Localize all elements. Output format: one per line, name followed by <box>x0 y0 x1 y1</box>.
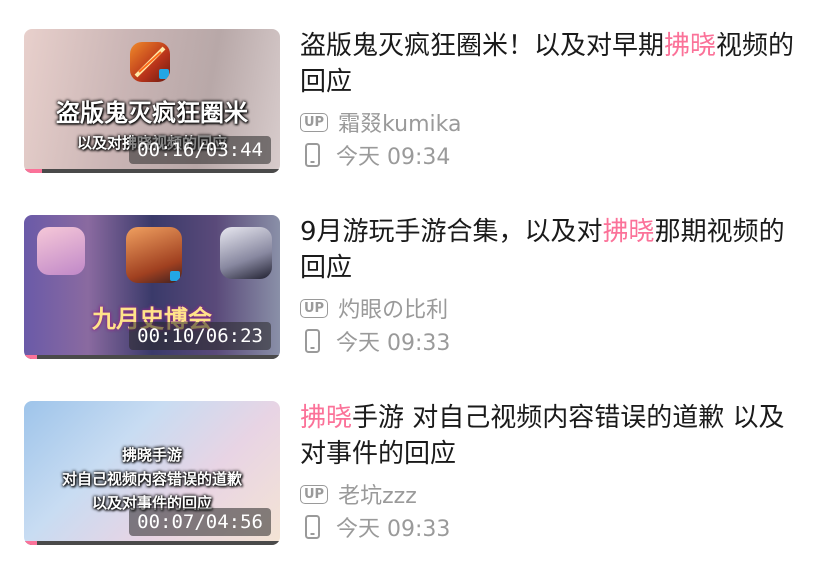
video-duration: 00:07/04:56 <box>129 508 271 536</box>
video-thumbnail[interactable]: 九月史博会 00:10/06:23 <box>24 215 280 359</box>
watch-time: 今天 09:33 <box>336 517 451 542</box>
video-title[interactable]: 盗版鬼灭疯狂圈米！以及对早期拂晓视频的回应 <box>300 28 810 100</box>
video-duration: 00:16/03:44 <box>129 136 271 164</box>
video-thumbnail[interactable]: 盗版鬼灭疯狂圈米 以及对拂晓视频的回应 00:16/03:44 <box>24 29 280 173</box>
watch-progress-fill <box>24 541 37 545</box>
phone-icon <box>305 143 320 167</box>
uploader-name: 老坑zzz <box>338 484 417 509</box>
video-list-item[interactable]: 九月史博会 00:10/06:23 9月游玩手游合集，以及对拂晓那期视频的回应 … <box>0 186 828 372</box>
up-badge-icon: UP <box>300 112 329 132</box>
thumbnail-headline: 盗版鬼灭疯狂圈米 <box>56 99 248 127</box>
video-list-item[interactable]: 拂晓手游 对自己视频内容错误的道歉 以及对事件的回应 00:07/04:56 拂… <box>0 372 828 558</box>
video-list-item[interactable]: 盗版鬼灭疯狂圈米 以及对拂晓视频的回应 00:16/03:44 盗版鬼灭疯狂圈米… <box>0 0 828 186</box>
game-app-icon <box>130 42 170 82</box>
title-keyword-highlight: 拂晓 <box>300 403 353 433</box>
video-thumbnail[interactable]: 拂晓手游 对自己视频内容错误的道歉 以及对事件的回应 00:07/04:56 <box>24 401 280 545</box>
uploader-row[interactable]: UP 霜叕kumika <box>300 108 462 137</box>
watch-progress-fill <box>24 169 42 173</box>
game-app-icon <box>220 227 272 279</box>
watch-progress-track <box>24 355 280 359</box>
video-title[interactable]: 拂晓手游 对自己视频内容错误的道歉 以及对事件的回应 <box>300 400 810 472</box>
watch-progress-track <box>24 541 280 545</box>
title-text: 盗版鬼灭疯狂圈米！以及对早期 <box>300 31 665 61</box>
uploader-name: 霜叕kumika <box>338 112 462 137</box>
uploader-row[interactable]: UP 老坑zzz <box>300 480 417 509</box>
phone-icon <box>305 515 320 539</box>
watch-progress-fill <box>24 355 37 359</box>
uploader-row[interactable]: UP 灼眼の比利 <box>300 294 449 323</box>
phone-icon <box>305 329 320 353</box>
title-text: 手游 对自己视频内容错误的道歉 以及对事件的回应 <box>300 403 785 469</box>
video-duration: 00:10/06:23 <box>129 322 271 350</box>
time-row: 今天 09:33 <box>300 327 451 356</box>
game-app-icon <box>37 227 85 275</box>
time-row: 今天 09:34 <box>300 141 451 170</box>
thumbnail-headline: 拂晓手游 <box>121 446 182 464</box>
title-keyword-highlight: 拂晓 <box>664 31 717 61</box>
title-text: 9月游玩手游合集，以及对 <box>300 217 603 247</box>
up-badge-icon: UP <box>300 298 329 318</box>
uploader-name: 灼眼の比利 <box>338 298 449 323</box>
title-keyword-highlight: 拂晓 <box>602 217 655 247</box>
game-app-icon <box>126 227 182 283</box>
video-title[interactable]: 9月游玩手游合集，以及对拂晓那期视频的回应 <box>300 214 810 286</box>
thumbnail-subline: 对自己视频内容错误的道歉 <box>61 470 242 488</box>
watch-time: 今天 09:33 <box>336 331 451 356</box>
watch-progress-track <box>24 169 280 173</box>
watch-time: 今天 09:34 <box>336 145 451 170</box>
up-badge-icon: UP <box>300 484 329 504</box>
time-row: 今天 09:33 <box>300 513 451 542</box>
